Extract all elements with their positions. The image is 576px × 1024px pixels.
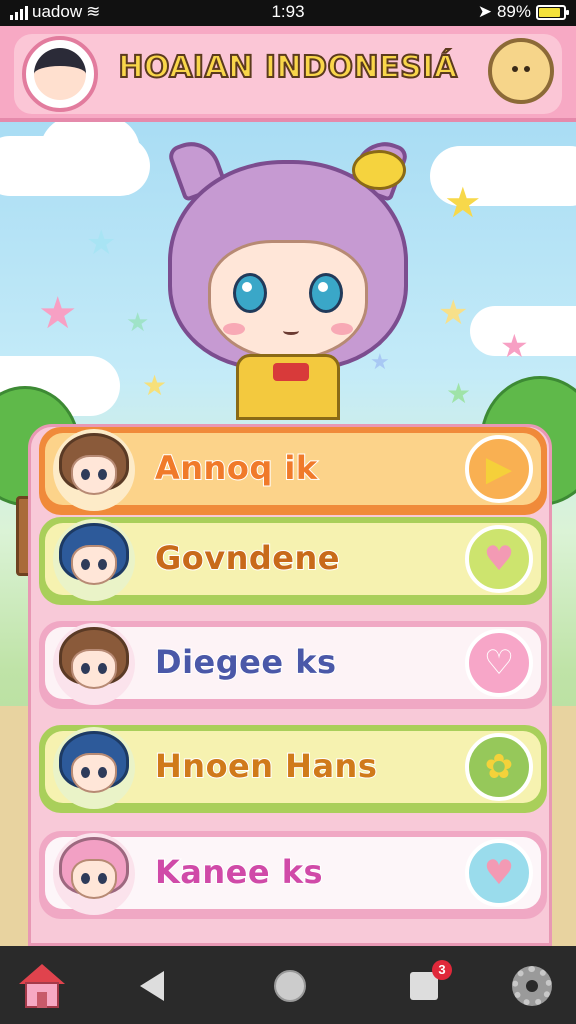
mascot-bun-icon[interactable] [488, 38, 554, 104]
menu-item-label: Kanee ks [154, 852, 324, 892]
blush-right [331, 323, 353, 335]
star-decoration: ★ [444, 178, 482, 227]
play-icon[interactable]: ▶ [465, 435, 533, 503]
recents-icon: 3 [410, 960, 452, 1000]
eye-right [309, 273, 343, 313]
character-avatar [53, 519, 135, 601]
home-house-icon [19, 964, 65, 1008]
status-right: ➤ 89% [477, 2, 569, 22]
menu-panel: Annoq ik ▶ Govndene ♥ Diegee ks ♡ Hnoen Hans ✿ K… [28, 424, 552, 946]
menu-item[interactable]: Diegee ks ♡ [39, 621, 547, 709]
heart-outline-icon[interactable]: ♡ [465, 629, 533, 697]
character-avatar [53, 727, 135, 809]
back-button[interactable] [124, 960, 180, 1012]
star-decoration: ★ [86, 223, 117, 263]
location-arrow-icon: ➤ [477, 2, 492, 21]
flower-icon[interactable]: ✿ [465, 733, 533, 801]
character-body [236, 354, 340, 420]
home-button-icon [274, 970, 306, 1002]
avatar-face [71, 649, 117, 689]
star-decoration: ★ [38, 288, 78, 339]
menu-item[interactable]: Kanee ks ♥ [39, 831, 547, 919]
menu-item[interactable]: Hnoen Hans ✿ [39, 725, 547, 813]
gear-icon [512, 966, 552, 1006]
star-decoration: ★ [438, 293, 469, 333]
menu-item[interactable]: Govndene ♥ [39, 517, 547, 605]
menu-item-label: Govndene [154, 538, 340, 578]
status-bar: uadow ≋ 1:93 ➤ 89% [0, 0, 576, 26]
profile-avatar-icon[interactable] [22, 36, 98, 112]
avatar-face [71, 545, 117, 585]
menu-item[interactable]: Annoq ik ▶ [39, 427, 547, 515]
avatar-face [34, 48, 86, 100]
character-avatar [53, 623, 135, 705]
hero-character [158, 133, 418, 420]
notification-badge: 3 [432, 960, 452, 980]
character-face [208, 240, 368, 360]
heart-icon[interactable]: ♥ [465, 525, 533, 593]
avatar-face [71, 753, 117, 793]
avatar-face [71, 859, 117, 899]
back-icon [140, 971, 164, 1001]
settings-button[interactable] [504, 960, 560, 1012]
star-decoration: ★ [500, 327, 529, 365]
recents-button[interactable]: 3 [396, 960, 452, 1012]
blush-left [223, 323, 245, 335]
clock: 1:93 [271, 2, 305, 21]
ribbon-collar [273, 363, 309, 381]
eye-left [233, 273, 267, 313]
character-avatar [53, 833, 135, 915]
menu-item-label: Diegee ks [154, 642, 337, 682]
cloud [40, 116, 140, 186]
menu-item-label: Hnoen Hans [154, 746, 378, 786]
character-avatar [53, 429, 135, 511]
mouth [283, 327, 299, 335]
home-icon[interactable] [14, 960, 70, 1012]
star-decoration: ★ [126, 308, 150, 338]
heart-icon[interactable]: ♥ [465, 839, 533, 907]
battery-percent: 89% [496, 2, 531, 21]
app-header: HOAIAN INDONESIÁ [0, 26, 576, 122]
bottom-navigation-bar: 3 [0, 946, 576, 1024]
avatar-face [71, 455, 117, 495]
home-button[interactable] [262, 960, 318, 1012]
menu-item-label: Annoq ik [154, 448, 318, 488]
battery-icon [536, 4, 569, 20]
app-title: HOAIAN INDONESIÁ [117, 49, 458, 86]
hair-bow [352, 150, 406, 190]
star-decoration: ★ [446, 377, 472, 410]
